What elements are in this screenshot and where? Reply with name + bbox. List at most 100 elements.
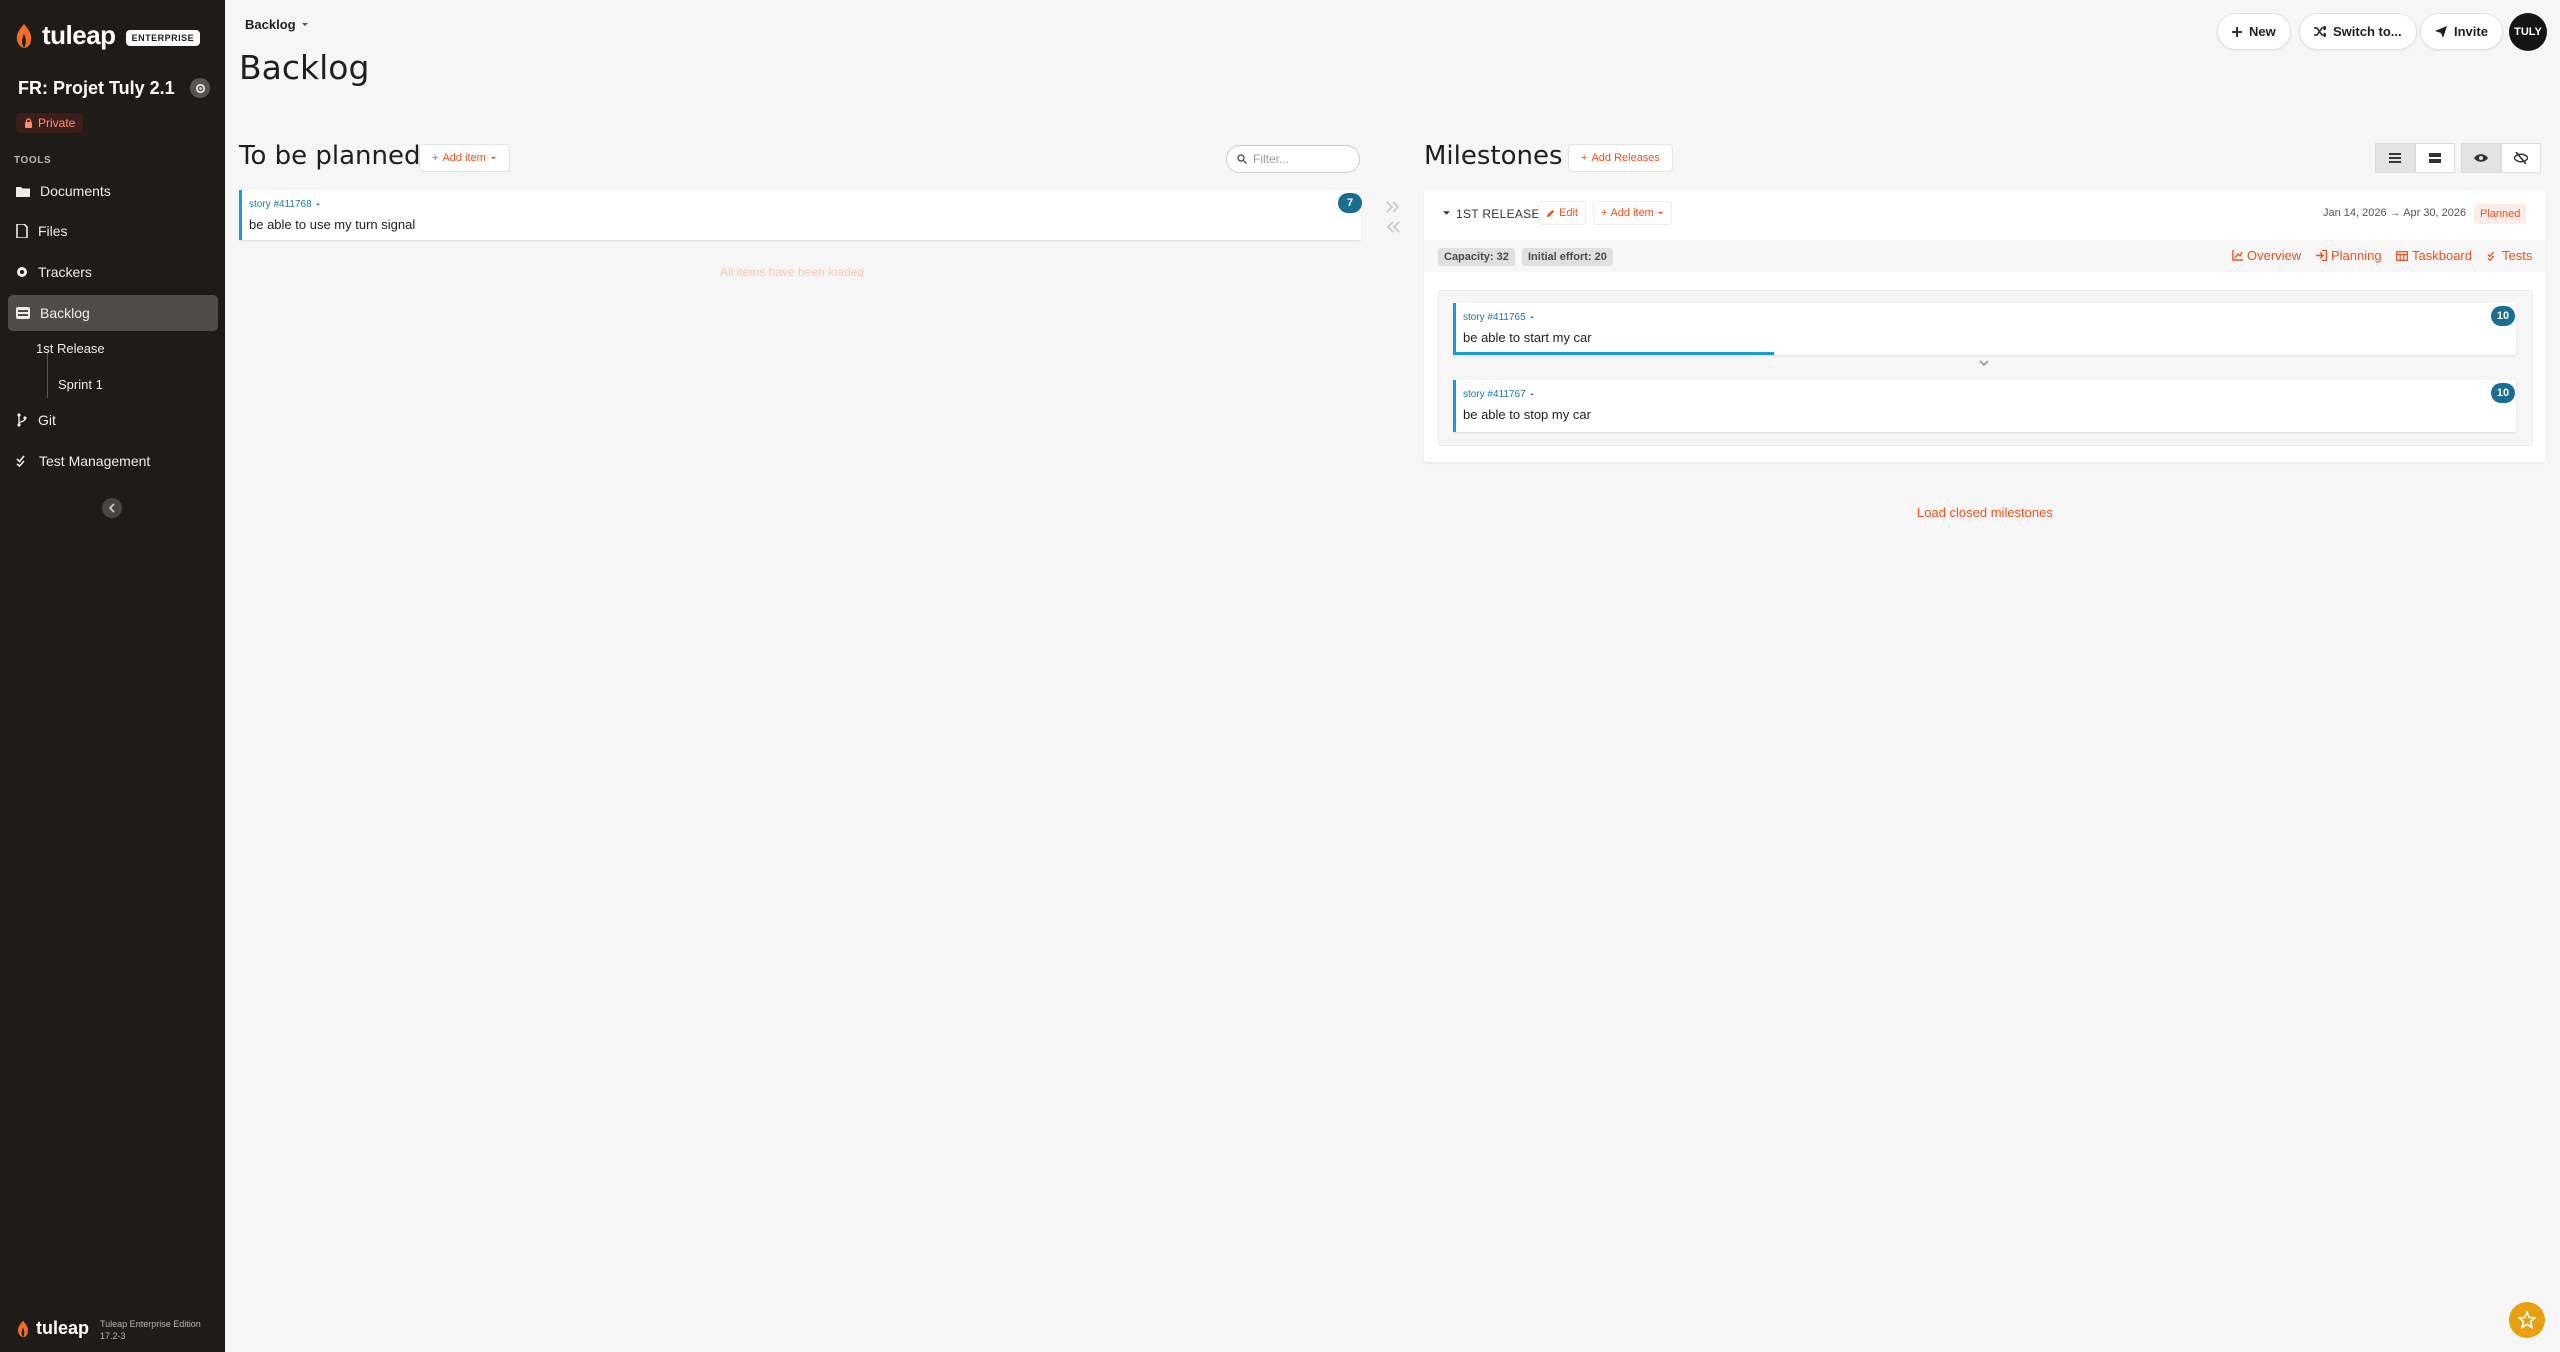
taskboard-link[interactable]: Taskboard (2396, 248, 2472, 263)
sidebar-subitem-sprint-1[interactable]: Sprint 1 (58, 377, 103, 392)
effort-badge: 10 (2491, 383, 2515, 403)
breadcrumb-label: Backlog (245, 17, 296, 32)
chart-icon (2232, 250, 2243, 261)
sidebar-item-git[interactable]: Git (8, 402, 218, 438)
project-title[interactable]: FR: Projet Tuly 2.1 (18, 78, 175, 99)
card-ref[interactable]: story #411767 (1463, 389, 1535, 400)
project-settings-icon[interactable] (190, 78, 210, 98)
sidebar-item-label: Git (38, 412, 56, 428)
sidebar-item-files[interactable]: Files (8, 213, 218, 249)
sidebar-item-label: Files (38, 223, 68, 239)
tree-line (47, 350, 48, 398)
initial-effort-chip: Initial effort: 20 (1522, 248, 1613, 266)
milestone-add-item-button[interactable]: + Add item (1593, 201, 1672, 225)
invite-label: Invite (2454, 24, 2488, 39)
load-closed-milestones-link[interactable]: Load closed milestones (1917, 505, 2053, 520)
footer-logo-text: tuleap (36, 1318, 90, 1338)
filter-input[interactable]: Filter... (1226, 145, 1360, 173)
compact-view-button[interactable] (2415, 143, 2455, 173)
planning-link[interactable]: Planning (2316, 248, 2382, 263)
backlog-card[interactable]: story #411768 be able to use my turn sig… (239, 190, 1362, 240)
sidebar-item-backlog[interactable]: Backlog (8, 295, 218, 331)
milestone-dates: Jan 14, 2026 → Apr 30, 2026 (2323, 207, 2467, 219)
page-title: Backlog (239, 48, 370, 87)
plus-icon: + (1581, 152, 1588, 164)
planning-label: Planning (2331, 248, 2382, 263)
all-loaded-message: All items have been loaded (720, 265, 865, 279)
files-icon (16, 224, 28, 238)
caret-down-icon (490, 156, 496, 159)
sidebar-item-documents[interactable]: Documents (8, 173, 218, 209)
caret-down-icon (1529, 316, 1534, 319)
milestone-name[interactable]: 1ST RELEASE (1456, 207, 1540, 221)
sign-in-icon (2316, 250, 2327, 261)
lock-icon (25, 118, 32, 128)
collapse-sidebar-button[interactable] (102, 498, 122, 518)
milestone-card[interactable]: story #411765 be able to start my car 10 (1453, 303, 2516, 355)
caret-down-icon[interactable] (1442, 210, 1451, 217)
sidebar: tuleap ENTERPRISE FR: Projet Tuly 2.1 Pr… (0, 0, 225, 1352)
milestone-card[interactable]: story #411767 be able to stop my car 10 (1453, 380, 2516, 432)
taskboard-label: Taskboard (2412, 248, 2472, 263)
add-releases-label: Add Releases (1591, 152, 1660, 164)
breadcrumb[interactable]: Backlog (245, 17, 309, 32)
visibility-toggle (2461, 143, 2541, 173)
switch-to-button[interactable]: Switch to... (2299, 13, 2417, 50)
sidebar-item-label: Documents (40, 183, 111, 199)
drag-arrows-icon (1386, 201, 1400, 233)
caret-down-icon (315, 203, 320, 206)
edition-version: 17.2-3 (100, 1331, 126, 1341)
plus-icon: + (432, 152, 439, 164)
card-ref[interactable]: story #411765 (1463, 312, 1535, 323)
folder-icon (16, 187, 30, 197)
user-avatar[interactable]: TULY (2509, 13, 2547, 51)
filter-placeholder: Filter... (1253, 152, 1290, 166)
show-closed-button[interactable] (2461, 143, 2501, 173)
add-item-button[interactable]: + Add item (419, 144, 510, 172)
card-title: be able to stop my car (1463, 407, 1591, 422)
trackers-icon (17, 267, 27, 277)
view-mode-toggle (2375, 143, 2455, 173)
tests-label: Tests (2502, 248, 2533, 263)
add-item-label: Add item (442, 152, 486, 164)
search-icon (1237, 154, 1247, 164)
paper-plane-icon (2435, 25, 2447, 38)
milestone-release-panel: 1ST RELEASE Edit + Add item Jan 14, 2026… (1424, 190, 2546, 462)
chevron-left-icon (108, 503, 115, 513)
tuleap-logo[interactable]: tuleap ENTERPRISE (14, 20, 201, 51)
pencil-icon (1546, 209, 1555, 217)
sidebar-item-label: Backlog (40, 305, 90, 321)
plus-icon: + (1601, 207, 1608, 219)
invite-button[interactable]: Invite (2420, 13, 2503, 50)
git-icon (17, 413, 27, 427)
caret-down-icon (301, 22, 308, 26)
edit-milestone-button[interactable]: Edit (1538, 201, 1586, 225)
privacy-label: Private (38, 116, 76, 130)
backlog-icon (16, 307, 30, 319)
sidebar-item-trackers[interactable]: Trackers (8, 254, 218, 290)
detailed-view-button[interactable] (2375, 143, 2415, 173)
overview-link[interactable]: Overview (2232, 248, 2301, 263)
chevron-down-icon[interactable] (1979, 360, 1989, 367)
tuleap-flame-icon (18, 1320, 28, 1337)
taskboard-icon (2396, 250, 2408, 261)
sidebar-item-test-management[interactable]: Test Management (8, 443, 218, 479)
tests-link[interactable]: Tests (2487, 248, 2532, 263)
new-button[interactable]: New (2217, 13, 2291, 50)
privacy-badge: Private (16, 113, 84, 133)
card-title: be able to use my turn signal (249, 217, 416, 232)
hide-closed-button[interactable] (2501, 143, 2541, 173)
sidebar-subitem-1st-release[interactable]: 1st Release (36, 341, 105, 356)
caret-down-icon (1657, 211, 1663, 214)
edition-name: Tuleap Enterprise Edition (100, 1319, 201, 1329)
plus-icon (2232, 26, 2242, 37)
sidebar-item-label: Test Management (39, 453, 151, 469)
check-icon (16, 455, 25, 467)
enterprise-badge: ENTERPRISE (125, 29, 201, 46)
card-ref[interactable]: story #411768 (249, 199, 321, 210)
effort-badge: 10 (2491, 306, 2515, 326)
milestone-header: 1ST RELEASE Edit + Add item Jan 14, 2026… (1424, 190, 2546, 240)
help-button[interactable] (2509, 1302, 2545, 1338)
to-be-planned-title: To be planned (239, 141, 421, 171)
add-releases-button[interactable]: + Add Releases (1568, 144, 1673, 172)
